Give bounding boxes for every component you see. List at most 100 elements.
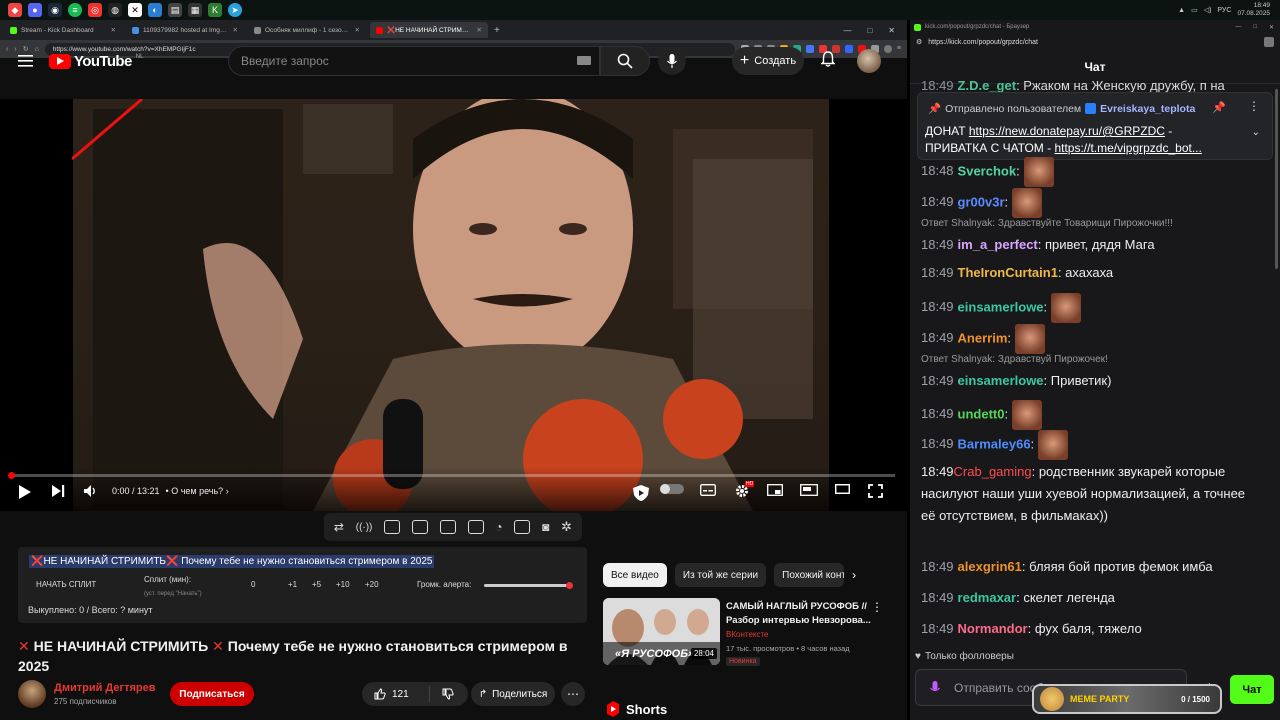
chrome-icon[interactable]: ◎	[88, 3, 102, 17]
tab-kick-dashboard[interactable]: Stream - Kick Dashboard ✕	[4, 22, 122, 38]
more-vert-icon[interactable]: ⋮	[1248, 99, 1260, 113]
message-user[interactable]: redmaxar	[958, 590, 1017, 605]
clock[interactable]: 18:49 07.08.2025	[1237, 2, 1270, 18]
speaker-icon[interactable]: ◁)	[1204, 6, 1212, 14]
emote-image[interactable]	[1051, 293, 1082, 323]
tab-imgbb[interactable]: 1109379982 hosted at ImgBB — Img ✕	[126, 22, 244, 38]
chat-scrollbar[interactable]	[1275, 89, 1278, 269]
chevron-up-icon[interactable]: ▲	[1178, 7, 1185, 14]
maximize-icon[interactable]: □	[1253, 24, 1257, 31]
message-user[interactable]: Crab_gaming	[954, 464, 1032, 479]
alert-volume-slider[interactable]	[484, 582, 573, 589]
network-icon[interactable]: ▭	[1191, 6, 1198, 14]
channel-name[interactable]: Дмитрий Дегтярев	[54, 682, 156, 694]
discord-icon[interactable]: ●	[28, 3, 42, 17]
channel-avatar[interactable]	[18, 680, 46, 708]
more-actions-button[interactable]: ⋯	[561, 682, 585, 706]
message-user[interactable]: undett0	[958, 406, 1005, 421]
slider-knob[interactable]	[566, 582, 573, 589]
kick-app-icon[interactable]: K	[208, 3, 222, 17]
close-icon[interactable]: ✕	[477, 26, 482, 34]
recommended-video[interactable]: «Я РУСОФОБ» 28:04 САМЫЙ НАГЛЫЙ РУСОФОБ /…	[603, 598, 903, 668]
start-split-button[interactable]: НАЧАТЬ СПЛИТ	[36, 580, 96, 589]
play-icon[interactable]	[18, 484, 32, 500]
fullscreen-icon[interactable]	[868, 484, 883, 498]
message-user[interactable]: alexgrin61	[958, 559, 1022, 574]
progress-bar[interactable]	[7, 472, 895, 479]
message-user[interactable]: gr00v3r	[958, 194, 1005, 209]
app-blue-icon[interactable]: ◐	[148, 3, 162, 17]
message-user[interactable]: TheIronCurtain1	[958, 265, 1058, 280]
autoplay-toggle[interactable]	[660, 484, 684, 494]
split-plus-1[interactable]: +1	[288, 580, 297, 589]
steam-icon[interactable]: ◉	[48, 3, 62, 17]
broadcast-icon[interactable]: ((·))	[356, 522, 373, 533]
voice-search-button[interactable]	[658, 47, 686, 75]
message-user[interactable]: einsamerlowe	[958, 373, 1044, 388]
reply-reference[interactable]: Ответ Shalnyak: Здравствуй Пирожочек!	[921, 354, 1108, 365]
message-user[interactable]: Anerrim	[958, 330, 1008, 345]
film-icon[interactable]	[467, 520, 484, 534]
message-user[interactable]: Barmaley66	[958, 436, 1031, 451]
emote-image[interactable]	[1023, 157, 1054, 187]
chevron-down-icon[interactable]: ⌄	[1252, 127, 1260, 138]
emote-image[interactable]	[1015, 324, 1046, 354]
next-icon[interactable]	[51, 484, 65, 498]
maximize-icon[interactable]: □	[867, 26, 872, 35]
language-indicator[interactable]: РУС	[1217, 7, 1231, 14]
close-icon[interactable]: ✕	[355, 26, 360, 34]
add-icon[interactable]	[514, 520, 531, 534]
playlist-icon[interactable]	[384, 520, 401, 534]
camera-icon[interactable]: ◙	[542, 520, 549, 534]
close-window-icon[interactable]: ✕	[888, 26, 895, 35]
close-window-icon[interactable]: ✕	[1269, 24, 1274, 31]
share-button[interactable]: ↱ Поделиться	[471, 682, 555, 706]
telegram-link[interactable]: https://t.me/vipgrpzdc_bot...	[1054, 141, 1201, 155]
telegram-icon[interactable]: ➤	[228, 3, 242, 17]
volume-icon[interactable]	[83, 484, 97, 498]
new-tab-icon[interactable]: +	[494, 25, 500, 36]
donate-link[interactable]: https://new.donatepay.ru/@GRPZDC	[969, 124, 1165, 138]
message-user[interactable]: Normandor	[958, 621, 1028, 636]
video-thumbnail[interactable]: «Я РУСОФОБ» 28:04	[603, 598, 720, 665]
send-chat-button[interactable]: Чат	[1230, 675, 1274, 704]
unpin-icon[interactable]: 📌	[1212, 101, 1226, 114]
gear-icon[interactable]: ✲	[561, 519, 572, 535]
tab-series[interactable]: Особняк миллиф - 1 сезон 1 серия / I ✕	[248, 22, 366, 38]
tab-youtube[interactable]: ❌НЕ НАЧИНАЙ СТРИМИТЬ ✕	[370, 22, 488, 38]
create-button[interactable]: + Создать	[732, 47, 804, 75]
miniplayer-icon[interactable]	[767, 484, 783, 496]
obs-icon[interactable]: ◍	[108, 3, 122, 17]
chapter-button[interactable]: • О чем речь? ›	[166, 486, 229, 496]
close-icon[interactable]: ✕	[111, 26, 116, 34]
kick-url[interactable]: https://kick.com/popout/grpzdc/chat	[928, 39, 1038, 46]
pinned-user[interactable]: Evreiskaya_teplota	[1100, 103, 1195, 115]
message-user[interactable]: Sverchok	[958, 163, 1017, 178]
emote-image[interactable]	[1038, 430, 1069, 460]
clapper-icon[interactable]	[411, 520, 428, 534]
progress-scrubber[interactable]	[7, 472, 15, 479]
recommended-channel[interactable]: ВКонтексте	[726, 630, 769, 639]
chip-all-videos[interactable]: Все видео	[603, 563, 667, 587]
video-player[interactable]: 0:00 / 13:21 • О чем речь? › HD	[0, 99, 907, 511]
hamburger-menu-icon[interactable]	[18, 55, 33, 67]
brave-icon[interactable]: ◆	[8, 3, 22, 17]
image-icon[interactable]	[439, 520, 456, 534]
split-plus-5[interactable]: +5	[312, 580, 321, 589]
app-x-icon[interactable]: ✕	[128, 3, 142, 17]
pip-icon[interactable]	[800, 484, 818, 496]
message-user[interactable]: im_a_perfect	[958, 237, 1038, 252]
notifications-bell-icon[interactable]	[821, 51, 835, 67]
message-user[interactable]: einsamerlowe	[958, 299, 1044, 314]
close-icon[interactable]: ✕	[233, 26, 238, 34]
account-avatar[interactable]	[857, 49, 881, 73]
microphone-icon[interactable]	[930, 680, 940, 695]
message-user[interactable]: Z.D.e_get	[958, 78, 1017, 93]
emote-image[interactable]	[1012, 188, 1043, 218]
chevron-right-icon[interactable]: ›	[852, 568, 856, 582]
speed-icon[interactable]: ◔	[495, 520, 502, 534]
chip-related[interactable]: Похожий конте	[774, 563, 845, 587]
minimize-icon[interactable]: —	[1235, 24, 1241, 31]
meme-party-widget[interactable]: MEME PARTY 0 / 1500	[1032, 684, 1222, 714]
sponsorblock-icon[interactable]	[631, 484, 651, 502]
